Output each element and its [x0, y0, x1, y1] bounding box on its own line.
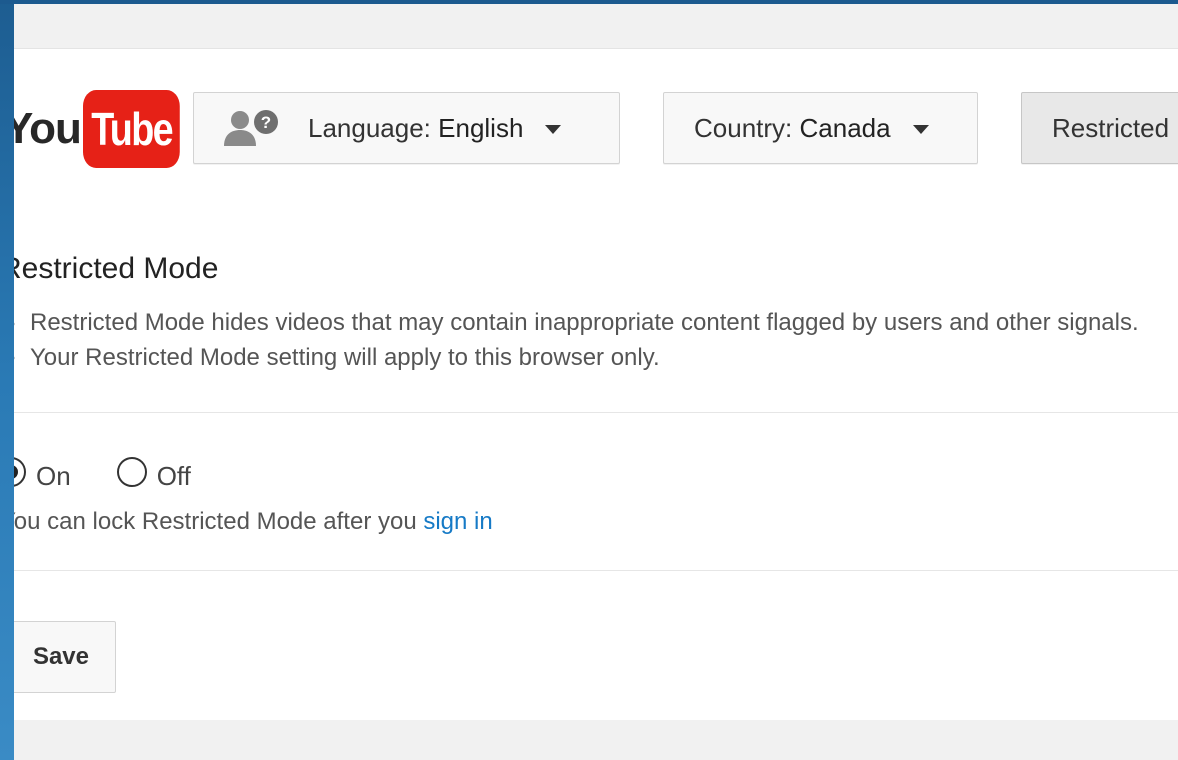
- top-bar: [14, 4, 1178, 49]
- radio-on[interactable]: [14, 457, 26, 487]
- lock-text: You can lock Restricted Mode after you: [14, 508, 417, 535]
- restricted-mode-radio-group: On Off: [14, 450, 191, 494]
- radio-off-label[interactable]: Off: [157, 461, 191, 492]
- divider: [14, 570, 1178, 571]
- restricted-mode-dropdown[interactable]: Restricted Mode: On: [1021, 92, 1178, 164]
- country-label: Country:: [694, 112, 793, 143]
- country-dropdown[interactable]: Country: Canada: [663, 92, 978, 164]
- divider: [14, 412, 1178, 413]
- restricted-mode-info-list: Restricted Mode hides videos that may co…: [14, 306, 1139, 375]
- radio-on-label[interactable]: On: [36, 461, 71, 492]
- logo-you-text: You: [14, 104, 82, 153]
- language-label: Language:: [308, 112, 431, 143]
- youtube-logo[interactable]: You Tube: [14, 90, 201, 168]
- language-value: English: [438, 112, 524, 143]
- chevron-down-icon: [912, 124, 929, 134]
- list-item: Your Restricted Mode setting will apply …: [14, 341, 1139, 376]
- logo-tube-text: Tube: [82, 90, 180, 168]
- restricted-mode-label: Restricted Mode: On: [1052, 112, 1178, 143]
- lock-restricted-mode-text: You can lock Restricted Mode after you s…: [14, 508, 493, 536]
- language-icon: ?: [224, 110, 278, 146]
- country-value: Canada: [799, 112, 891, 143]
- radio-off[interactable]: [116, 457, 147, 487]
- chevron-down-icon: [545, 124, 562, 134]
- language-dropdown[interactable]: ? Language: English: [193, 92, 620, 164]
- footer-band: [14, 720, 1178, 760]
- sign-in-link[interactable]: sign in: [423, 508, 492, 535]
- svg-text:?: ?: [261, 113, 271, 132]
- restricted-mode-title: Restricted Mode: [14, 252, 219, 285]
- save-button[interactable]: Save: [14, 621, 116, 693]
- list-item: Restricted Mode hides videos that may co…: [14, 306, 1139, 341]
- youtube-footer-panel: You Tube ? Language: English Country: Ca…: [14, 4, 1178, 760]
